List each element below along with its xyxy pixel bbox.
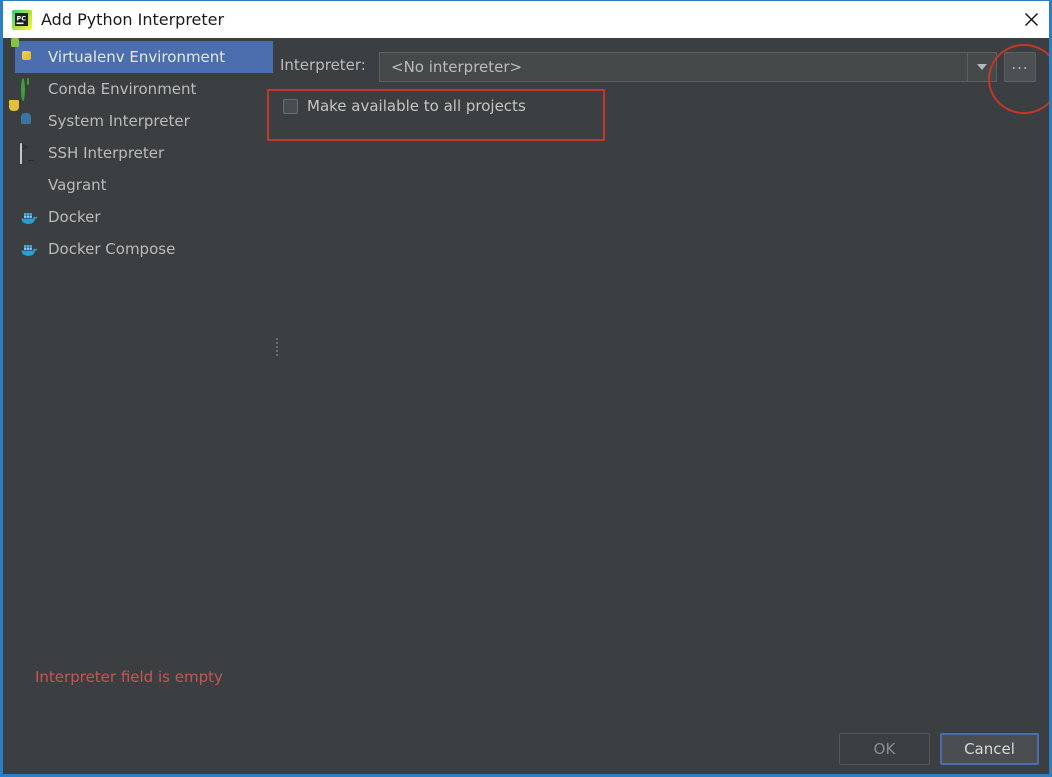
ok-button-label: OK	[873, 740, 896, 758]
sidebar-item-label: Docker	[48, 208, 101, 226]
interpreter-type-list[interactable]: Virtualenv Environment Conda Environment…	[15, 41, 273, 731]
sidebar-item-label: SSH Interpreter	[48, 144, 165, 162]
sidebar-item-ssh-interpreter[interactable]: SSH Interpreter	[15, 137, 273, 169]
sidebar-item-docker-compose[interactable]: Docker Compose	[15, 233, 273, 265]
page-title: Add Python Interpreter	[41, 10, 225, 29]
docker-whale-icon	[20, 240, 38, 258]
close-button[interactable]	[1008, 1, 1049, 38]
sidebar-item-label: Conda Environment	[48, 80, 197, 98]
terminal-icon	[20, 143, 38, 164]
cancel-button[interactable]: Cancel	[940, 733, 1039, 765]
interpreter-value: <No interpreter>	[391, 58, 523, 76]
make-available-checkbox[interactable]	[283, 98, 298, 114]
svg-text:PC: PC	[17, 15, 27, 23]
sidebar-item-label: System Interpreter	[48, 112, 190, 130]
close-icon	[1025, 13, 1038, 26]
dialog-titlebar: PC Add Python Interpreter	[3, 0, 1049, 38]
interpreter-label: Interpreter:	[280, 56, 366, 74]
sidebar-item-label: Virtualenv Environment	[48, 48, 226, 66]
sidebar-item-virtualenv-environment[interactable]: Virtualenv Environment	[15, 41, 273, 73]
interpreter-combobox[interactable]: <No interpreter>	[379, 52, 997, 82]
python-icon	[20, 112, 38, 130]
conda-icon	[20, 78, 38, 101]
sidebar-item-system-interpreter[interactable]: System Interpreter	[15, 105, 273, 137]
ok-button[interactable]: OK	[839, 733, 930, 765]
make-available-to-all-projects-row[interactable]: Make available to all projects	[283, 97, 526, 115]
docker-whale-icon	[20, 208, 38, 226]
browse-button-label: ...	[1011, 55, 1029, 73]
sidebar-item-conda-environment[interactable]: Conda Environment	[15, 73, 273, 105]
pycharm-icon: PC	[12, 10, 32, 30]
virtualenv-icon	[20, 48, 38, 66]
sidebar-item-docker[interactable]: Docker	[15, 201, 273, 233]
error-message: Interpreter field is empty	[35, 668, 223, 686]
browse-interpreter-button[interactable]: ...	[1004, 52, 1036, 82]
sidebar-item-vagrant[interactable]: Vagrant	[15, 169, 273, 201]
panel-splitter-handle[interactable]	[274, 338, 279, 360]
make-available-label: Make available to all projects	[307, 97, 526, 115]
vagrant-icon	[20, 176, 38, 194]
chevron-down-icon[interactable]	[967, 53, 996, 81]
sidebar-item-label: Docker Compose	[48, 240, 176, 258]
cancel-button-label: Cancel	[964, 740, 1015, 758]
make-available-highlight-box: Make available to all projects	[267, 89, 605, 141]
sidebar-item-label: Vagrant	[48, 176, 107, 194]
add-python-interpreter-dialog: PC Add Python Interpreter Virtualenv Env…	[0, 0, 1052, 777]
